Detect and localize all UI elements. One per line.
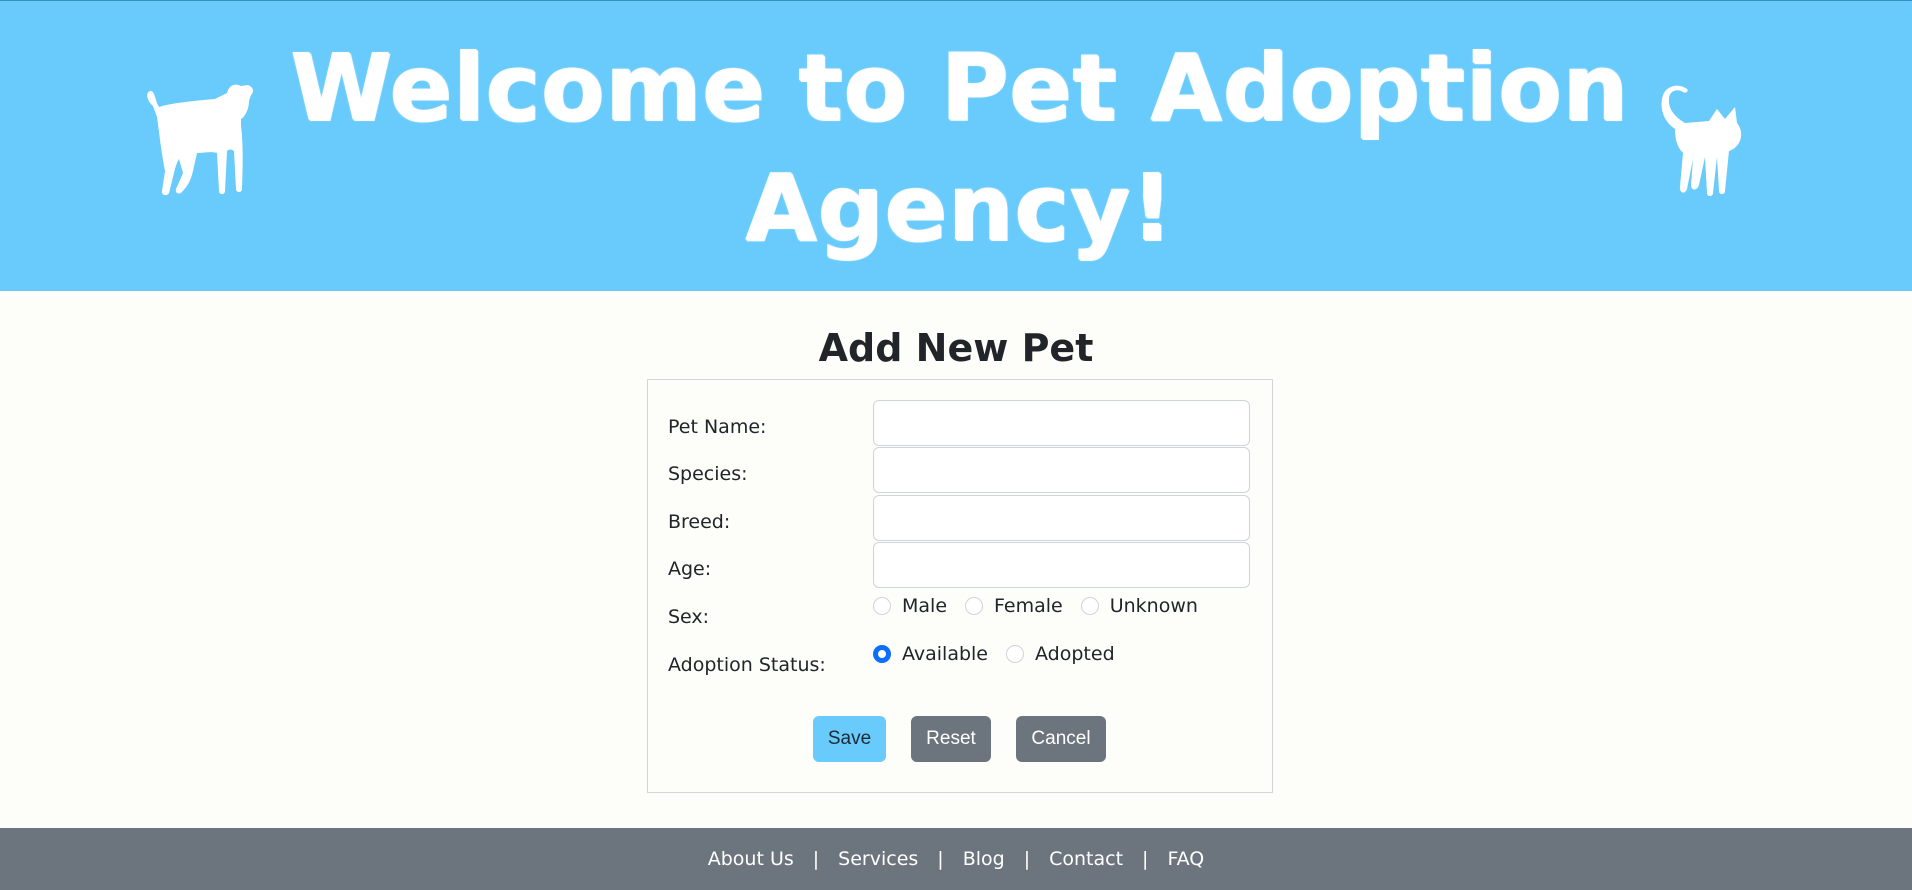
status-option-adopted[interactable]: Adopted	[1006, 642, 1115, 666]
footer-nav: About Us | Services | Blog | Contact | F…	[708, 848, 1205, 870]
page-title: Add New Pet	[818, 326, 1094, 370]
pet-name-label: Pet Name:	[668, 416, 767, 438]
age-label: Age:	[668, 558, 712, 580]
sex-unknown-label: Unknown	[1109, 595, 1198, 617]
breed-label: Breed:	[668, 511, 731, 533]
breed-field[interactable]	[873, 495, 1250, 541]
cancel-button[interactable]: Cancel	[1016, 716, 1106, 762]
footer-separator: |	[1142, 848, 1149, 870]
species-field[interactable]	[873, 447, 1250, 493]
footer: About Us | Services | Blog | Contact | F…	[0, 828, 1912, 890]
sex-option-female[interactable]: Female	[965, 594, 1063, 618]
footer-link-about-us[interactable]: About Us	[708, 848, 794, 870]
status-adopted-label: Adopted	[1035, 643, 1115, 665]
sex-male-label: Male	[902, 595, 948, 617]
header-banner: Welcome to Pet Adoption Agency!	[0, 0, 1912, 291]
pet-name-field[interactable]	[873, 400, 1250, 446]
status-available-label: Available	[902, 643, 989, 665]
sex-male-radio[interactable]	[873, 597, 891, 615]
sex-label: Sex:	[668, 606, 710, 628]
save-button[interactable]: Save	[813, 716, 886, 762]
sex-option-unknown[interactable]: Unknown	[1080, 594, 1198, 618]
status-adopted-radio[interactable]	[1006, 645, 1025, 663]
footer-link-blog[interactable]: Blog	[963, 848, 1005, 870]
adoption-status-label: Adoption Status:	[668, 654, 826, 676]
sex-radio-group: Male Female Unknown	[873, 593, 1216, 619]
sex-option-male[interactable]: Male	[873, 594, 947, 618]
sex-female-radio[interactable]	[965, 597, 984, 615]
cat-icon	[1661, 85, 1742, 196]
sex-female-label: Female	[994, 595, 1063, 617]
footer-link-contact[interactable]: Contact	[1049, 848, 1123, 870]
reset-button[interactable]: Reset	[911, 716, 991, 762]
footer-separator: |	[812, 848, 820, 870]
sex-unknown-radio[interactable]	[1080, 597, 1099, 615]
adoption-status-radio-group: Available Adopted	[873, 641, 1133, 667]
footer-link-services[interactable]: Services	[838, 848, 918, 870]
banner-title: Welcome to Pet Adoption Agency!	[290, 35, 1630, 262]
dog-icon	[147, 84, 254, 196]
status-available-radio[interactable]	[873, 645, 891, 663]
species-label: Species:	[668, 463, 748, 485]
add-pet-form: Pet Name: Species: Breed: Age: Sex: Male…	[647, 379, 1273, 793]
age-field[interactable]	[873, 542, 1250, 588]
footer-link-faq[interactable]: FAQ	[1167, 848, 1204, 870]
status-option-available[interactable]: Available	[873, 642, 988, 666]
footer-separator: |	[937, 848, 944, 870]
footer-separator: |	[1023, 848, 1031, 870]
